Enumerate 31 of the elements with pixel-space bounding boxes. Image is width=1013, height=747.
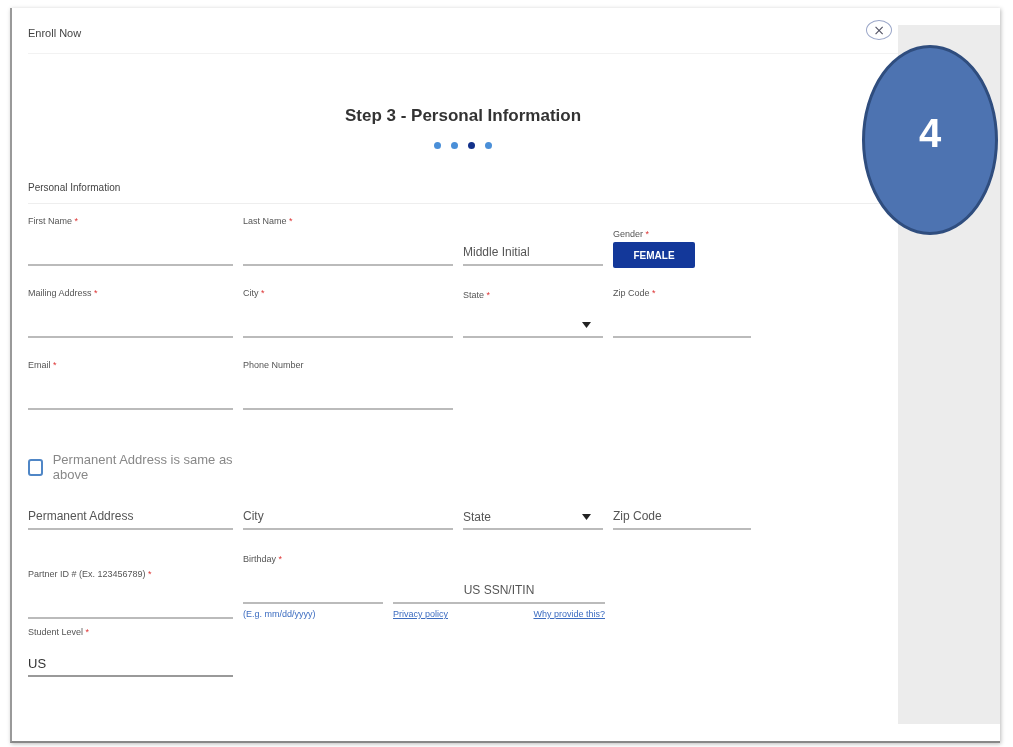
- field-label: First Name *: [28, 216, 80, 226]
- checkbox[interactable]: [28, 458, 43, 476]
- field-label: City *: [243, 288, 266, 298]
- field-label: Student Level *: [28, 627, 91, 637]
- close-button[interactable]: ×: [866, 20, 892, 40]
- field-label: Zip Code *: [613, 288, 657, 298]
- text-field[interactable]: Middle Initial: [463, 240, 603, 266]
- field-label: Mailing Address *: [28, 288, 99, 298]
- state-dropdown[interactable]: State: [463, 506, 603, 530]
- field-label: Gender *: [613, 229, 651, 239]
- field-label: Last Name *: [243, 216, 294, 226]
- step-heading: Step 3 - Personal Information: [343, 106, 583, 126]
- field-label: State *: [463, 290, 492, 300]
- caret-icon: [582, 514, 591, 520]
- text-field[interactable]: US: [28, 651, 233, 677]
- link[interactable]: Privacy policy: [393, 609, 448, 619]
- caret-icon: [582, 322, 591, 328]
- gender-button[interactable]: FEMALE: [613, 242, 695, 268]
- text-field[interactable]: City: [243, 504, 453, 530]
- section-title: Personal Information: [28, 182, 121, 193]
- link[interactable]: Why provide this?: [533, 609, 605, 619]
- field-label: Birthday *: [243, 554, 284, 564]
- field-label: Partner ID # (Ex. 123456789) *: [28, 569, 153, 579]
- field-label: Phone Number: [243, 360, 305, 370]
- text-field[interactable]: US SSN/ITIN: [393, 578, 605, 604]
- text-field[interactable]: Permanent Address: [28, 504, 233, 530]
- checkbox-label: Permanent Address is same as above: [52, 452, 233, 482]
- dialog-title: Enroll Now: [28, 27, 82, 39]
- format-hint: (E.g. mm/dd/yyyy): [243, 609, 317, 619]
- field-label: Email *: [28, 360, 58, 370]
- text-field[interactable]: Zip Code: [613, 504, 751, 530]
